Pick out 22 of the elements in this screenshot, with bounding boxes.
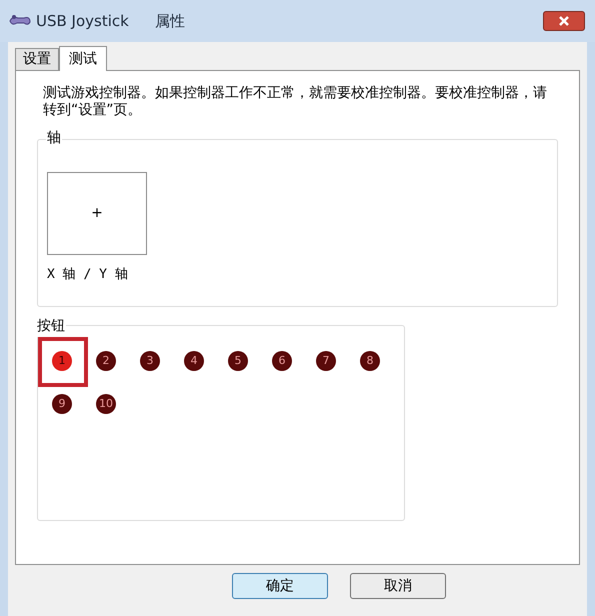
description: 测试游戏控制器。如果控制器工作不正常，就需要校准控制器。要校准控制器，请转到“设置”页。: [42, 85, 548, 119]
button-indicator: 5: [228, 351, 248, 371]
dialog-button[interactable]: 取消: [350, 573, 446, 599]
button-indicator: 3: [140, 351, 160, 371]
dialog-button[interactable]: 确定: [232, 573, 328, 599]
window-subtitle: 属性: [154, 10, 185, 32]
button-indicator: 6: [272, 351, 292, 371]
axis-caption: X 轴 / Y 轴: [47, 266, 129, 284]
tab[interactable]: 设置: [15, 48, 59, 70]
button-indicator: 8: [360, 351, 380, 371]
close-button[interactable]: [543, 11, 585, 31]
close-icon: [558, 16, 570, 26]
button-indicator: 2: [96, 351, 116, 371]
tab[interactable]: 测试: [59, 46, 107, 71]
crosshair: +: [91, 204, 103, 223]
button-indicator: 9: [52, 394, 72, 414]
button-indicator: 10: [96, 394, 116, 414]
button-indicator: 4: [184, 351, 204, 371]
button-indicator: 7: [316, 351, 336, 371]
button-indicator: 1: [52, 351, 72, 371]
group-title: 按钮: [36, 316, 66, 337]
window-title: USB Joystick: [36, 10, 129, 32]
